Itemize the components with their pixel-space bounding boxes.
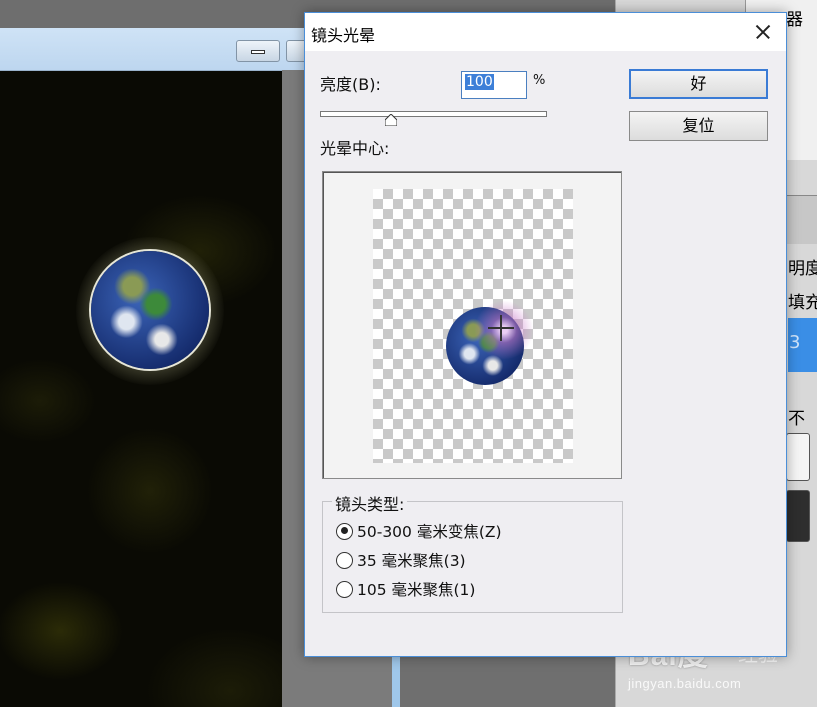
lens-option-label: 35 毫米聚焦(3) <box>357 552 466 570</box>
flare-center-preview[interactable] <box>322 171 622 479</box>
lens-option-105[interactable]: 105 毫米聚焦(1) <box>336 578 475 600</box>
dialog-titlebar: 镜头光晕 <box>305 13 786 51</box>
lens-type-label: 镜头类型: <box>332 491 408 515</box>
brightness-input[interactable]: 100 <box>461 71 527 99</box>
panel-label-lock: 不 <box>788 409 805 429</box>
flare-center-label: 光晕中心: <box>320 139 390 158</box>
brightness-value: 100 <box>465 74 494 90</box>
brightness-slider[interactable] <box>320 111 547 117</box>
lens-option-label: 50-300 毫米变焦(Z) <box>357 523 502 541</box>
document-canvas[interactable] <box>0 71 282 707</box>
radio-35[interactable] <box>336 551 353 569</box>
watermark-url: jingyan.baidu.com <box>628 676 742 691</box>
minimize-button[interactable] <box>236 40 280 62</box>
lens-option-label: 105 毫米聚焦(1) <box>357 581 476 599</box>
crosshair-icon[interactable] <box>488 315 514 341</box>
panel-tab-label[interactable]: 器 <box>786 5 803 30</box>
transparency-checkerboard <box>373 189 573 463</box>
workspace-strip <box>392 650 400 707</box>
ok-button[interactable]: 好 <box>629 69 768 99</box>
reset-button[interactable]: 复位 <box>629 111 768 141</box>
lens-option-35[interactable]: 35 毫米聚焦(3) <box>336 549 466 571</box>
earth-image <box>91 251 209 369</box>
layer-thumbnail-light[interactable] <box>786 433 810 481</box>
lens-option-50-300[interactable]: 50-300 毫米变焦(Z) <box>336 520 502 542</box>
radio-50-300[interactable] <box>336 522 353 540</box>
panel-tab-strip <box>785 195 817 244</box>
brightness-slider-thumb[interactable] <box>385 114 397 126</box>
opacity-label: 明度 <box>788 259 817 279</box>
lens-flare-dialog: 镜头光晕 亮度(B): 100 % 好 复位 光晕中心: 镜头类型: 50-30… <box>304 12 787 657</box>
layer-thumbnail-dark[interactable] <box>786 490 810 542</box>
brightness-label: 亮度(B): <box>320 75 381 94</box>
dialog-title: 镜头光晕 <box>311 26 376 45</box>
close-icon[interactable] <box>748 17 778 47</box>
workspace-background-lower <box>400 650 615 707</box>
minimize-icon <box>251 50 265 54</box>
fill-label: 填充 <box>788 293 817 313</box>
selected-layer[interactable]: 3 <box>788 318 817 372</box>
radio-105[interactable] <box>336 580 353 598</box>
selected-layer-text: 3 <box>789 332 801 353</box>
percent-sign: % <box>533 73 546 88</box>
